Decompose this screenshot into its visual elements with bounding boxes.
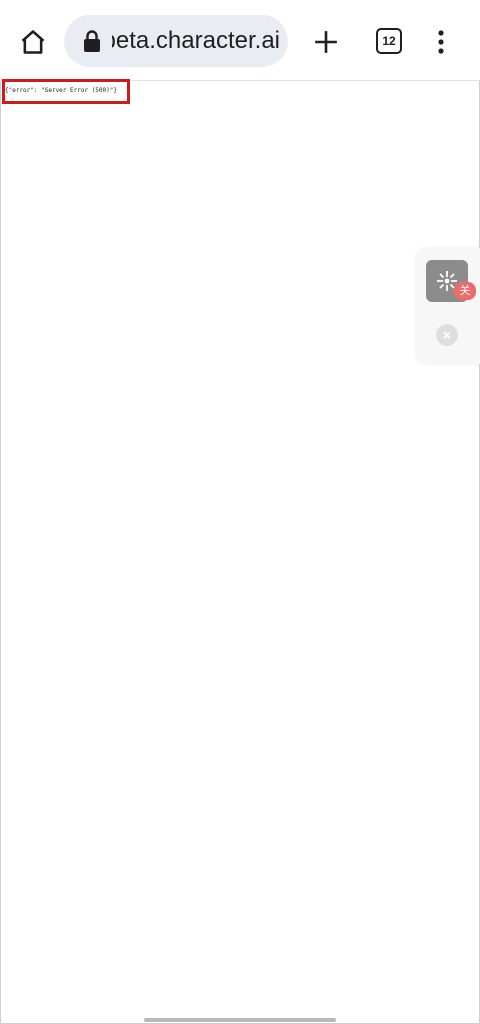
browser-toolbar: beta.character.ai 12 <box>0 0 480 81</box>
home-icon <box>21 30 45 54</box>
error-highlight-box <box>2 79 130 104</box>
more-menu-button[interactable] <box>424 22 458 62</box>
new-tab-button[interactable] <box>306 22 346 62</box>
plus-icon <box>315 31 337 53</box>
more-vert-icon <box>438 30 444 54</box>
address-bar[interactable]: beta.character.ai <box>64 15 288 67</box>
tab-count: 12 <box>376 28 402 54</box>
floating-badge: 关 <box>454 282 476 300</box>
page-content: {"error": "Server Error (500)"} <box>0 81 480 1024</box>
floating-widget: 关 × <box>416 248 480 364</box>
url-text: beta.character.ai <box>112 28 280 54</box>
home-button[interactable] <box>14 23 52 61</box>
gesture-navigation-bar[interactable] <box>144 1018 336 1022</box>
close-circle-icon[interactable]: × <box>436 324 458 346</box>
lock-icon <box>84 30 100 52</box>
tab-switcher-button[interactable]: 12 <box>372 24 406 58</box>
